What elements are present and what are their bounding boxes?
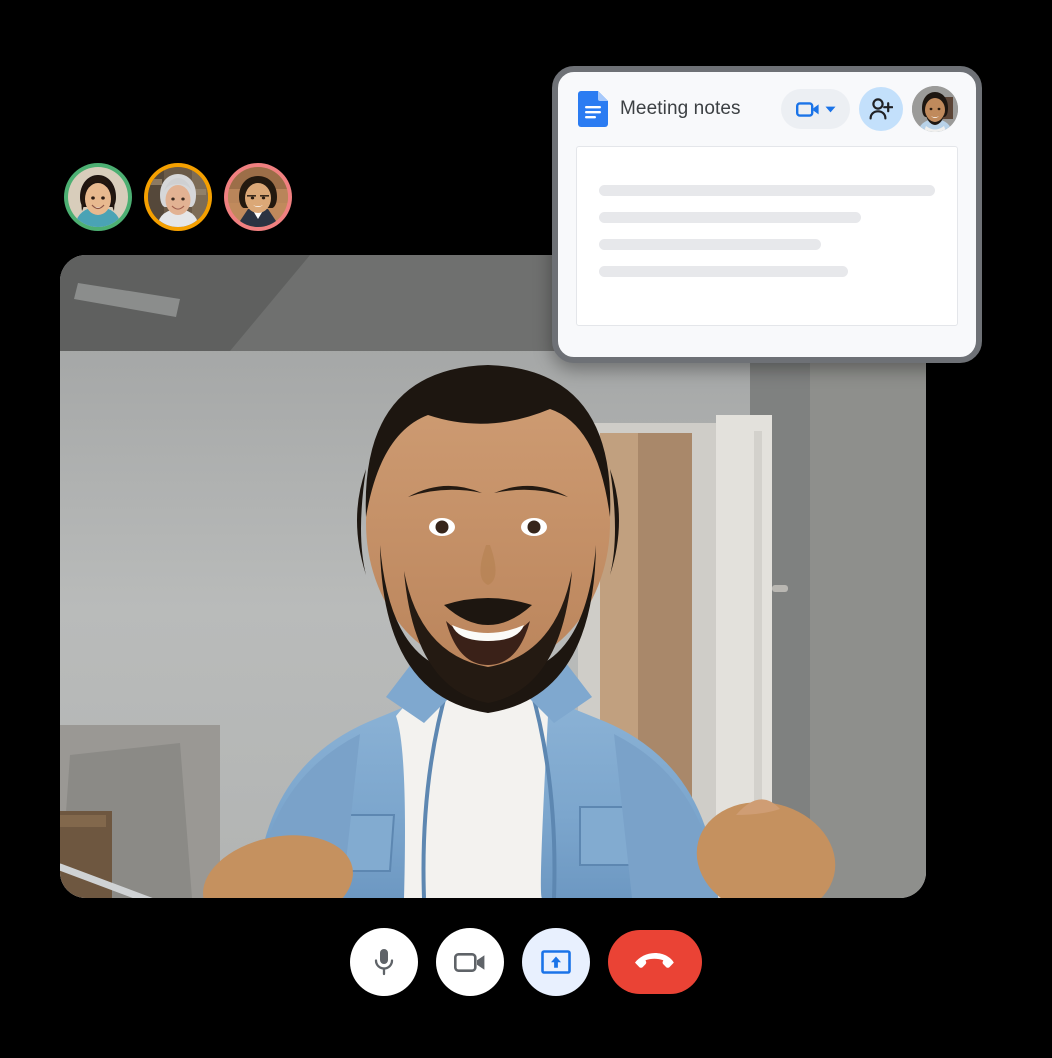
meet-promo-scene: Meeting notes [0,0,1052,1058]
participant-avatar-1[interactable] [64,163,132,231]
microphone-button[interactable] [350,928,418,996]
meet-camera-dropdown-button[interactable] [781,89,850,129]
doc-skeleton-line-1 [599,185,935,196]
video-camera-icon [454,951,486,974]
camera-button[interactable] [436,928,504,996]
meeting-notes-card[interactable]: Meeting notes [552,66,982,363]
doc-skeleton-line-3 [599,239,821,250]
participant-avatar-strip [64,163,292,231]
header-avatar[interactable] [912,86,958,132]
notes-card-header-actions [781,86,958,132]
avatar-woman-asian-icon [68,167,128,227]
notes-card-header: Meeting notes [558,72,976,146]
avatar-man-asian-icon [228,167,288,227]
present-screen-button[interactable] [522,928,590,996]
google-docs-icon [578,91,608,127]
participant-avatar-2[interactable] [144,163,212,231]
doc-skeleton-line-2 [599,212,862,223]
call-control-bar [0,928,1052,996]
end-call-button[interactable] [608,930,702,994]
chevron-down-icon [825,106,836,113]
notes-card-title: Meeting notes [620,98,741,119]
phone-hangup-icon [634,952,676,972]
microphone-icon [371,947,397,977]
notes-card-body[interactable] [576,146,958,326]
video-camera-icon [795,101,820,118]
present-screen-icon [541,949,571,975]
avatar-woman-senior-icon [148,167,208,227]
doc-skeleton-line-4 [599,266,848,277]
participant-avatar-3[interactable] [224,163,292,231]
add-person-button[interactable] [859,87,903,131]
